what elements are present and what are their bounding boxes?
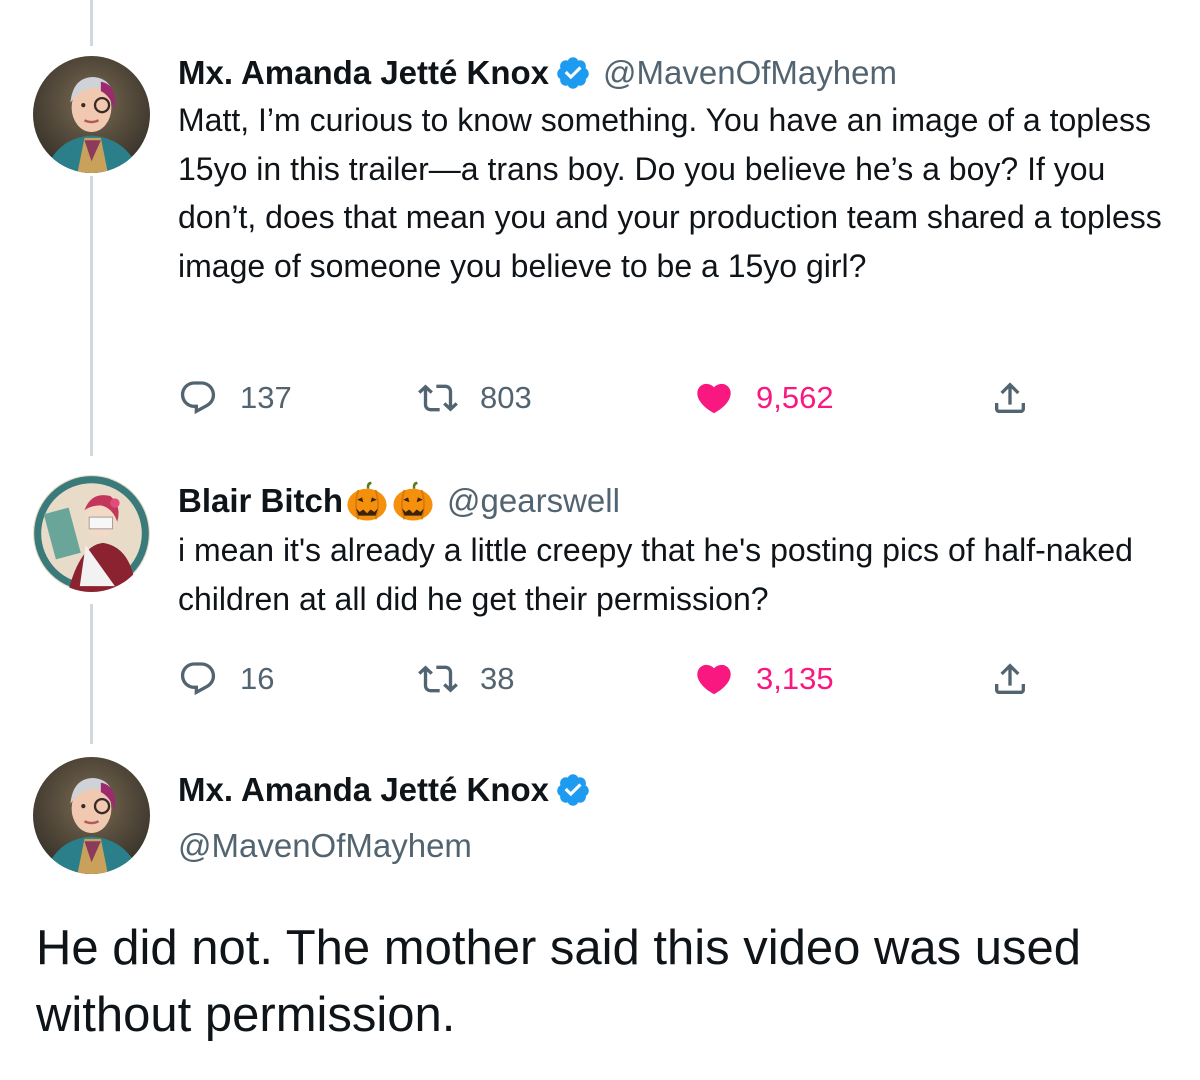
- author-handle[interactable]: @MavenOfMayhem: [603, 53, 897, 93]
- like-button[interactable]: 9,562: [694, 376, 834, 420]
- main-tweet-text: He did not. The mother said this video w…: [36, 921, 1082, 1042]
- author-display-name[interactable]: Blair Bitch: [178, 481, 343, 521]
- verified-badge-icon: [555, 55, 591, 91]
- retweet-count: 803: [480, 380, 532, 415]
- avatar-photo-icon: [33, 56, 150, 173]
- retweet-count: 38: [480, 661, 515, 696]
- thread-connector-line: [90, 0, 93, 46]
- main-tweet-author: Mx. Amanda Jetté Knox @MavenOfMayhem: [178, 770, 591, 866]
- tweet-thread: Mx. Amanda Jetté Knox @MavenOfMayhem Mat…: [0, 0, 1200, 1080]
- reply-icon: [180, 381, 216, 415]
- author-display-name[interactable]: Mx. Amanda Jetté Knox: [178, 770, 549, 810]
- reply-count: 137: [240, 380, 292, 415]
- share-icon: [995, 663, 1025, 694]
- like-count: 3,135: [756, 661, 834, 696]
- tweet-actions: 137 803 9,562: [178, 376, 1038, 420]
- avatar-photo-icon: [33, 757, 150, 874]
- avatar[interactable]: [33, 56, 150, 173]
- thread-connector-line: [90, 176, 93, 456]
- jack-o-lantern-icon: [391, 479, 435, 523]
- retweet-button[interactable]: 803: [418, 376, 532, 420]
- retweet-button[interactable]: 38: [418, 657, 514, 701]
- tweet-author: Mx. Amanda Jetté Knox @MavenOfMayhem: [178, 53, 1164, 93]
- thread-tweet[interactable]: Mx. Amanda Jetté Knox @MavenOfMayhem Mat…: [178, 53, 1164, 290]
- author-handle[interactable]: @gearswell: [447, 481, 620, 521]
- retweet-icon: [418, 665, 458, 693]
- reply-count: 16: [240, 661, 275, 696]
- like-count: 9,562: [756, 380, 834, 415]
- share-button[interactable]: [990, 657, 1030, 701]
- like-button[interactable]: 3,135: [694, 657, 834, 701]
- thread-connector-line: [90, 604, 93, 744]
- tweet-actions: 16 38 3,135: [178, 657, 1038, 701]
- heart-icon: [697, 664, 731, 695]
- author-handle[interactable]: @MavenOfMayhem: [178, 826, 591, 866]
- avatar-illustration-icon: [33, 475, 150, 592]
- avatar[interactable]: [33, 475, 150, 592]
- jack-o-lantern-icon: [345, 479, 389, 523]
- share-button[interactable]: [990, 376, 1030, 420]
- author-display-name[interactable]: Mx. Amanda Jetté Knox: [178, 53, 549, 93]
- avatar[interactable]: [33, 757, 150, 874]
- reply-button[interactable]: 16: [178, 657, 274, 701]
- verified-badge-icon: [555, 772, 591, 808]
- tweet-author: Blair Bitch @gearswell: [178, 479, 1164, 523]
- share-icon: [995, 382, 1025, 413]
- retweet-icon: [418, 384, 458, 412]
- reply-button[interactable]: 137: [178, 376, 292, 420]
- thread-tweet[interactable]: Blair Bitch @gearswell i mean it's alrea…: [178, 479, 1164, 623]
- tweet-text: Matt, I’m curious to know something. You…: [178, 102, 1162, 284]
- reply-icon: [180, 662, 216, 696]
- heart-icon: [697, 383, 731, 414]
- tweet-text: i mean it's already a little creepy that…: [178, 532, 1133, 617]
